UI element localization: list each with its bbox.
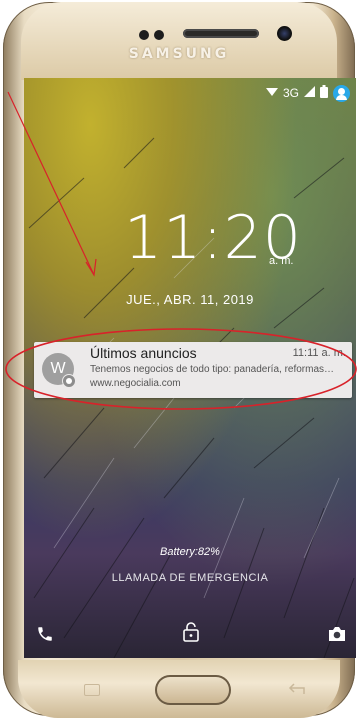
network-type: 3G: [282, 86, 299, 100]
earpiece-speaker: [183, 29, 259, 38]
battery-icon: [320, 85, 328, 101]
notification-card[interactable]: W Últimos anuncios 11:11 a. m. Tenemos n…: [34, 342, 352, 398]
phone-top-bezel: SAMSUNG: [21, 2, 337, 80]
proximity-sensor: [139, 30, 149, 40]
lock-icon[interactable]: [182, 622, 200, 642]
battery-status: Battery:82%: [160, 546, 220, 558]
home-button[interactable]: [155, 675, 231, 705]
back-key-icon[interactable]: [288, 682, 306, 694]
emergency-call-button[interactable]: LLAMADA DE EMERGENCIA: [24, 572, 356, 584]
brand-logo: SAMSUNG: [128, 46, 230, 62]
notification-url: www.negocialia.com: [90, 378, 181, 389]
camera-icon[interactable]: [327, 625, 347, 643]
recent-apps-key[interactable]: [84, 684, 100, 696]
front-camera: [277, 26, 292, 41]
light-sensor: [154, 30, 164, 40]
notification-title: Últimos anuncios: [90, 345, 197, 361]
phone-icon[interactable]: [36, 625, 54, 643]
notification-badge-icon: [62, 374, 76, 388]
notification-time: 11:11 a. m.: [292, 347, 346, 359]
clock-ampm: a. m.: [269, 255, 294, 267]
lock-screen[interactable]: 3G 11:20 a. m. JUE., ABR. 11, 2019 W Últ…: [24, 78, 356, 658]
user-icon[interactable]: [333, 84, 350, 102]
signal-icon: [304, 86, 315, 100]
notification-text: Tenemos negocios de todo tipo: panadería…: [90, 364, 335, 375]
wifi-icon: [265, 86, 278, 100]
status-bar: 3G: [265, 82, 350, 104]
lockscreen-date: JUE., ABR. 11, 2019: [126, 292, 254, 307]
